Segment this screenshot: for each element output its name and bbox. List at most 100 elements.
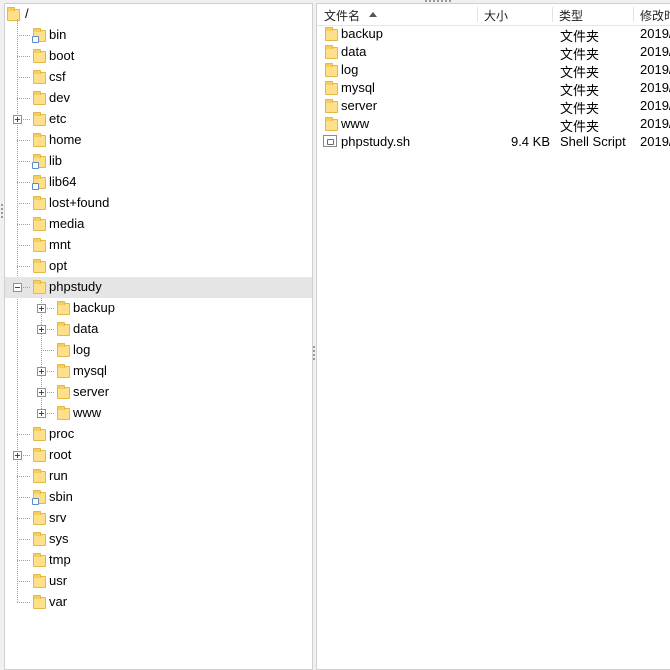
- folder-icon: [325, 63, 338, 77]
- collapse-minus-icon[interactable]: [13, 283, 22, 292]
- file-list-pane[interactable]: 文件名 大小 类型 修改时 backup文件夹2019/data文件夹2019/…: [316, 3, 670, 670]
- folder-icon: [57, 322, 70, 336]
- column-header-name[interactable]: 文件名: [324, 7, 360, 24]
- folder-icon: [33, 112, 46, 126]
- folder-icon: [33, 595, 46, 609]
- folder-icon: [33, 532, 46, 546]
- file-name: backup: [341, 26, 383, 41]
- tree-item-label: www: [73, 405, 102, 420]
- tree-item-server[interactable]: server: [5, 382, 312, 403]
- tree-item-usr[interactable]: usr: [5, 571, 312, 592]
- tree-item-lib64[interactable]: lib64: [5, 172, 312, 193]
- file-modified: 2019/: [640, 98, 670, 113]
- column-header-type[interactable]: 类型: [559, 7, 583, 24]
- tree-item-bin[interactable]: bin: [5, 25, 312, 46]
- tree-item-label: tmp: [49, 552, 71, 567]
- tree-guide-line: [17, 266, 30, 267]
- folder-icon: [33, 91, 46, 105]
- tree-guide-line: [17, 539, 30, 540]
- left-splitter-grip[interactable]: [1, 204, 3, 222]
- tree-item-label: sys: [49, 531, 69, 546]
- folder-icon: [33, 196, 46, 210]
- expand-plus-icon[interactable]: [37, 367, 46, 376]
- tree-item-lib[interactable]: lib: [5, 151, 312, 172]
- tree-item-sys[interactable]: sys: [5, 529, 312, 550]
- tree-item-media[interactable]: media: [5, 214, 312, 235]
- file-row[interactable]: backup 文件夹 2019/: [317, 25, 670, 44]
- file-row[interactable]: data 文件夹 2019/: [317, 43, 670, 62]
- file-name: phpstudy.sh: [341, 134, 411, 149]
- file-row[interactable]: server 文件夹 2019/: [317, 97, 670, 116]
- tree-item-run[interactable]: run: [5, 466, 312, 487]
- tree-item-tmp[interactable]: tmp: [5, 550, 312, 571]
- expand-plus-icon[interactable]: [37, 304, 46, 313]
- tree-item-var[interactable]: var: [5, 592, 312, 613]
- file-row[interactable]: phpstudy.sh 9.4 KB Shell Script 2019/: [317, 133, 670, 151]
- tree-guide-line: [17, 560, 30, 561]
- tree-item-mnt[interactable]: mnt: [5, 235, 312, 256]
- tree-guide-line: [17, 161, 30, 162]
- tree-item-csf[interactable]: csf: [5, 67, 312, 88]
- tree-item-proc[interactable]: proc: [5, 424, 312, 445]
- tree-item-home[interactable]: home: [5, 130, 312, 151]
- folder-icon: [33, 259, 46, 273]
- tree-item-label: sbin: [49, 489, 73, 504]
- folder-icon: [57, 301, 70, 315]
- file-row[interactable]: log 文件夹 2019/: [317, 61, 670, 80]
- folder-icon: [33, 280, 46, 294]
- tree-item-label: lib64: [49, 174, 77, 189]
- file-modified: 2019/: [640, 44, 670, 59]
- column-divider[interactable]: [552, 7, 553, 22]
- column-divider[interactable]: [477, 7, 478, 22]
- folder-link-icon: [32, 490, 46, 505]
- expand-plus-icon[interactable]: [37, 409, 46, 418]
- expand-plus-icon[interactable]: [37, 325, 46, 334]
- folder-icon: [33, 553, 46, 567]
- file-modified: 2019/: [640, 116, 670, 131]
- tree-guide-line: [17, 434, 30, 435]
- tree-guide-line: [41, 350, 54, 351]
- column-divider[interactable]: [633, 7, 634, 22]
- file-size: 9.4 KB: [510, 134, 550, 149]
- tree-item-phpstudy[interactable]: phpstudy: [5, 277, 312, 298]
- column-header-size[interactable]: 大小: [484, 7, 508, 24]
- tree-guide-line: [17, 518, 30, 519]
- tree-item-label: /: [25, 6, 29, 21]
- tree-item-label: media: [49, 216, 85, 231]
- tree-item-label: etc: [49, 111, 67, 126]
- tree-item-sbin[interactable]: sbin: [5, 487, 312, 508]
- tree-item-backup[interactable]: backup: [5, 298, 312, 319]
- file-modified: 2019/: [640, 80, 670, 95]
- tree-item-www[interactable]: www: [5, 403, 312, 424]
- tree-item-label: root: [49, 447, 72, 462]
- file-modified: 2019/: [640, 26, 670, 41]
- expand-plus-icon[interactable]: [37, 388, 46, 397]
- tree-item-label: data: [73, 321, 99, 336]
- expand-plus-icon[interactable]: [13, 115, 22, 124]
- tree-guide-line: [17, 203, 30, 204]
- tree-item-data[interactable]: data: [5, 319, 312, 340]
- tree-item-root[interactable]: root: [5, 445, 312, 466]
- folder-icon: [33, 574, 46, 588]
- tree-item-etc[interactable]: etc: [5, 109, 312, 130]
- tree-guide-line: [17, 476, 30, 477]
- file-name: log: [341, 62, 359, 77]
- tree-item-boot[interactable]: boot: [5, 46, 312, 67]
- tree-item-srv[interactable]: srv: [5, 508, 312, 529]
- folder-icon: [33, 133, 46, 147]
- tree-item-root[interactable]: /: [5, 4, 312, 25]
- tree-item-lost-found[interactable]: lost+found: [5, 193, 312, 214]
- file-row[interactable]: www 文件夹 2019/: [317, 115, 670, 134]
- pane-splitter-grip[interactable]: [313, 346, 315, 364]
- folder-icon: [57, 385, 70, 399]
- directory-tree-pane[interactable]: / bin boot csf dev etc home lib lib64 lost+found m…: [4, 3, 313, 670]
- file-name: www: [341, 116, 370, 131]
- tree-item-label: proc: [49, 426, 75, 441]
- tree-item-mysql[interactable]: mysql: [5, 361, 312, 382]
- tree-item-opt[interactable]: opt: [5, 256, 312, 277]
- tree-item-dev[interactable]: dev: [5, 88, 312, 109]
- expand-plus-icon[interactable]: [13, 451, 22, 460]
- file-row[interactable]: mysql 文件夹 2019/: [317, 79, 670, 98]
- tree-item-log[interactable]: log: [5, 340, 312, 361]
- column-header-modified[interactable]: 修改时: [640, 7, 670, 24]
